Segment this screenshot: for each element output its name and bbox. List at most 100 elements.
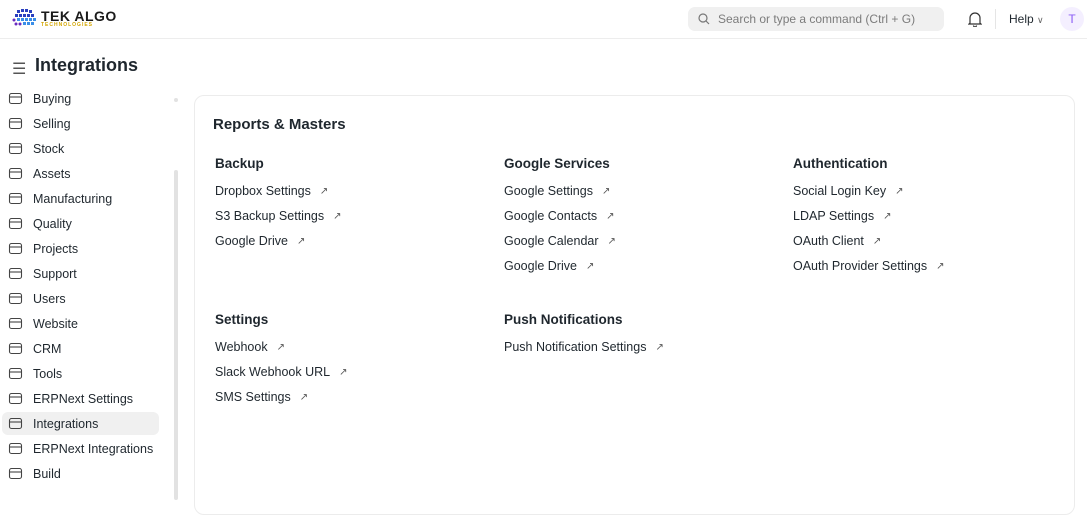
link-google-drive[interactable]: Google Drive ↗ <box>215 234 495 259</box>
link-google-calendar[interactable]: Google Calendar ↗ <box>504 234 784 259</box>
sidebar-item-support[interactable]: Support <box>2 262 159 285</box>
link-push-notification-settings[interactable]: Push Notification Settings ↗ <box>504 340 784 365</box>
section-settings: Settings Webhook ↗ Slack Webhook URL ↗ SMS Se… <box>215 312 495 415</box>
link-google-contacts[interactable]: Google Contacts ↗ <box>504 209 784 234</box>
section-push-notifications: Push Notifications Push Notification Sett… <box>504 312 784 365</box>
notification-bell-icon[interactable] <box>968 11 982 27</box>
logo[interactable]: TEK ALGO TECHNOLOGIES <box>11 8 117 28</box>
link-oauth-client[interactable]: OAuth Client ↗ <box>793 234 1073 259</box>
website-icon <box>8 317 23 330</box>
external-arrow-icon: ↗ <box>299 392 309 403</box>
external-arrow-icon: ↗ <box>606 211 615 222</box>
link-label: OAuth Client <box>793 234 864 248</box>
external-arrow-icon: ↗ <box>601 186 611 197</box>
search-icon <box>698 13 710 25</box>
section-backup: Backup Dropbox Settings ↗ S3 Backup Setting… <box>215 156 495 259</box>
link-social-login-key[interactable]: Social Login Key ↗ <box>793 184 1073 209</box>
sidebar-item-integrations[interactable]: Integrations <box>2 412 159 435</box>
logo-globe-icon <box>12 9 36 26</box>
sidebar-item-selling[interactable]: Selling <box>2 112 159 135</box>
link-google-drive[interactable]: Google Drive ↗ <box>504 259 784 284</box>
link-sms-settings[interactable]: SMS Settings ↗ <box>215 390 495 415</box>
sidebar-item-label: Stock <box>33 141 65 156</box>
tools-icon <box>8 367 23 380</box>
sidebar-item-label: Users <box>33 291 66 306</box>
sidebar-item-erpnext-integrations[interactable]: ERPNext Integrations <box>2 437 159 460</box>
link-dropbox-settings[interactable]: Dropbox Settings ↗ <box>215 184 495 209</box>
avatar[interactable]: T <box>1060 7 1084 31</box>
sidebar-item-projects[interactable]: Projects <box>2 237 159 260</box>
sidebar-item-crm[interactable]: CRM <box>2 337 159 360</box>
link-label: Webhook <box>215 340 268 354</box>
help-label: Help <box>1009 12 1034 26</box>
section-title: Settings <box>215 312 269 327</box>
support-icon <box>8 267 23 280</box>
sidebar-item-erpnext-settings[interactable]: ERPNext Settings <box>2 387 159 410</box>
sidebar-item-label: Integrations <box>33 416 99 431</box>
page-title: Integrations <box>35 55 139 75</box>
sidebar-item-label: Support <box>33 266 77 281</box>
sidebar-item-label: CRM <box>33 341 62 356</box>
section-authentication: Authentication Social Login Key ↗ LDAP Sett… <box>793 156 1073 284</box>
sidebar-item-tools[interactable]: Tools <box>2 362 159 385</box>
sidebar-item-quality[interactable]: Quality <box>2 212 159 235</box>
selling-icon <box>8 117 23 130</box>
sidebar-item-manufacturing[interactable]: Manufacturing <box>2 187 159 210</box>
link-webhook[interactable]: Webhook ↗ <box>215 340 495 365</box>
sidebar-scrollbar[interactable] <box>174 170 178 500</box>
external-arrow-icon: ↗ <box>655 342 664 353</box>
link-google-settings[interactable]: Google Settings ↗ <box>504 184 784 209</box>
link-slack-webhook-url[interactable]: Slack Webhook URL ↗ <box>215 365 495 390</box>
assets-icon <box>8 167 23 180</box>
link-label: Google Calendar <box>504 234 599 248</box>
search-bar[interactable]: Search or type a command (Ctrl + G) <box>688 7 944 31</box>
sidebar-item-label: ERPNext Settings <box>33 391 134 406</box>
link-label: S3 Backup Settings <box>215 209 325 223</box>
external-arrow-icon: ↗ <box>333 211 342 222</box>
external-arrow-icon: ↗ <box>339 367 348 378</box>
section-title: Google Services <box>504 156 610 171</box>
users-icon <box>8 292 23 305</box>
section-title: Push Notifications <box>504 312 623 327</box>
link-label: Dropbox Settings <box>215 184 311 198</box>
link-ldap-settings[interactable]: LDAP Settings ↗ <box>793 209 1073 234</box>
sidebar-item-label: Build <box>33 466 61 481</box>
integrations-icon <box>8 417 23 430</box>
sidebar-item-label: Manufacturing <box>33 191 113 206</box>
crm-icon <box>8 342 23 355</box>
section-google-services: Google Services Google Settings ↗ Google Co… <box>504 156 784 284</box>
sidebar-item-label: Assets <box>33 166 71 181</box>
link-label: OAuth Provider Settings <box>793 259 928 273</box>
link-s3-backup-settings[interactable]: S3 Backup Settings ↗ <box>215 209 495 234</box>
external-arrow-icon: ↗ <box>883 211 892 222</box>
external-arrow-icon: ↗ <box>319 186 329 197</box>
navbar-divider <box>995 9 996 29</box>
logo-text: TEK ALGO <box>41 7 117 24</box>
help-dropdown[interactable]: Help ∨ <box>1009 12 1044 26</box>
link-label: Google Drive <box>504 259 577 273</box>
sidebar-item-users[interactable]: Users <box>2 287 159 310</box>
section-title: Authentication <box>793 156 888 171</box>
sidebar-item-buying[interactable]: Buying <box>2 87 159 110</box>
stock-icon <box>8 142 23 155</box>
sidebar-item-build[interactable]: Build <box>2 462 159 485</box>
link-label: SMS Settings <box>215 390 291 404</box>
link-label: Push Notification Settings <box>504 340 647 354</box>
search-placeholder: Search or type a command (Ctrl + G) <box>718 12 916 26</box>
link-oauth-provider-settings[interactable]: OAuth Provider Settings ↗ <box>793 259 1073 284</box>
external-arrow-icon: ↗ <box>607 236 616 247</box>
sidebar-toggle-icon[interactable]: ☰ <box>12 59 26 79</box>
sidebar-item-stock[interactable]: Stock <box>2 137 159 160</box>
external-arrow-icon: ↗ <box>872 236 882 247</box>
sidebar-item-label: Buying <box>33 91 72 106</box>
sidebar-item-website[interactable]: Website <box>2 312 159 335</box>
link-label: Google Contacts <box>504 209 598 223</box>
sidebar-item-assets[interactable]: Assets <box>2 162 159 185</box>
quality-icon <box>8 217 23 230</box>
manufacturing-icon <box>8 192 23 205</box>
sidebar-item-label: ERPNext Integrations <box>33 441 154 456</box>
link-label: Google Drive <box>215 234 288 248</box>
link-label: Slack Webhook URL <box>215 365 331 379</box>
erpnext-settings-icon <box>8 392 23 405</box>
link-label: LDAP Settings <box>793 209 875 223</box>
